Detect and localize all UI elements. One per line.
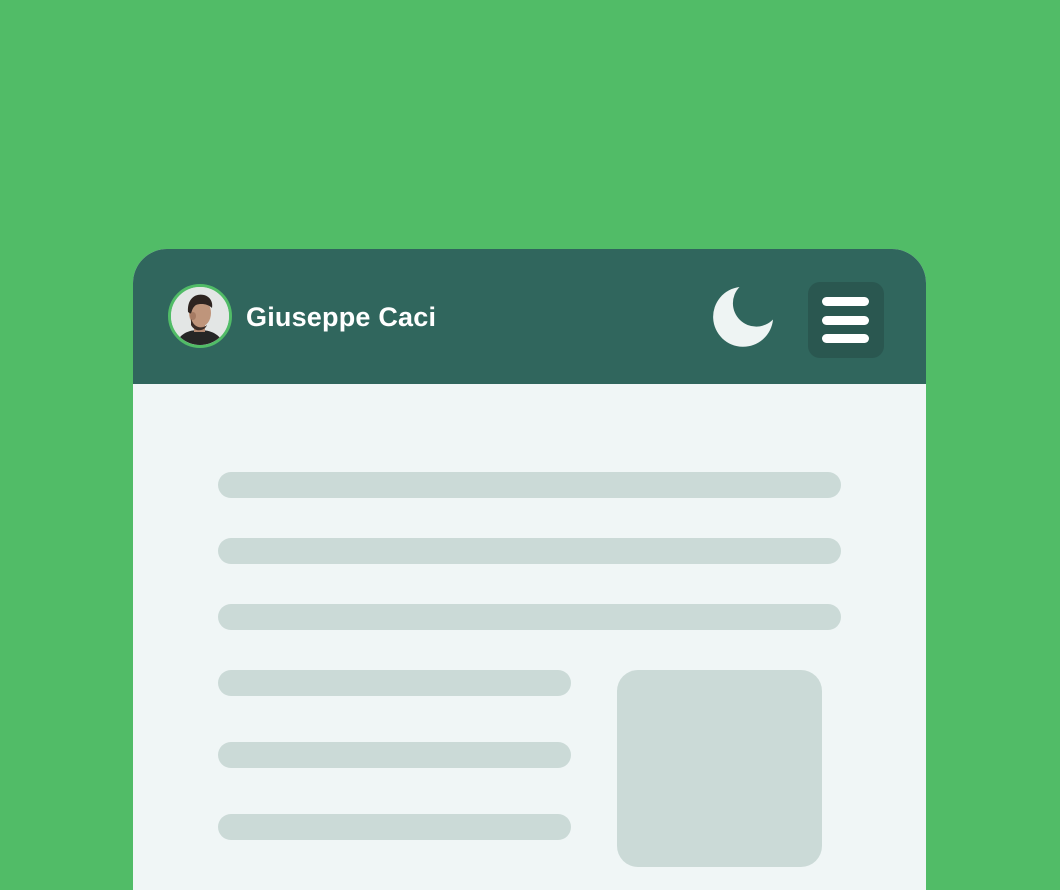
hamburger-menu-icon — [822, 334, 869, 343]
moon-icon — [713, 287, 773, 347]
user-photo-icon — [171, 287, 229, 345]
placeholder-line — [218, 472, 841, 498]
avatar — [168, 284, 232, 348]
placeholder-line — [218, 742, 571, 768]
placeholder-line — [218, 538, 841, 564]
profile-card: Giuseppe Caci — [133, 249, 926, 890]
theme-toggle-button[interactable] — [708, 283, 776, 351]
user-name: Giuseppe Caci — [246, 302, 437, 332]
placeholder-line — [218, 814, 571, 840]
placeholder-line — [218, 604, 841, 630]
hamburger-menu-icon — [822, 316, 869, 325]
hamburger-menu-icon — [822, 297, 869, 306]
placeholder-line — [218, 670, 571, 696]
card-header: Giuseppe Caci — [133, 249, 926, 384]
menu-button[interactable] — [808, 282, 884, 358]
placeholder-image — [617, 670, 822, 867]
